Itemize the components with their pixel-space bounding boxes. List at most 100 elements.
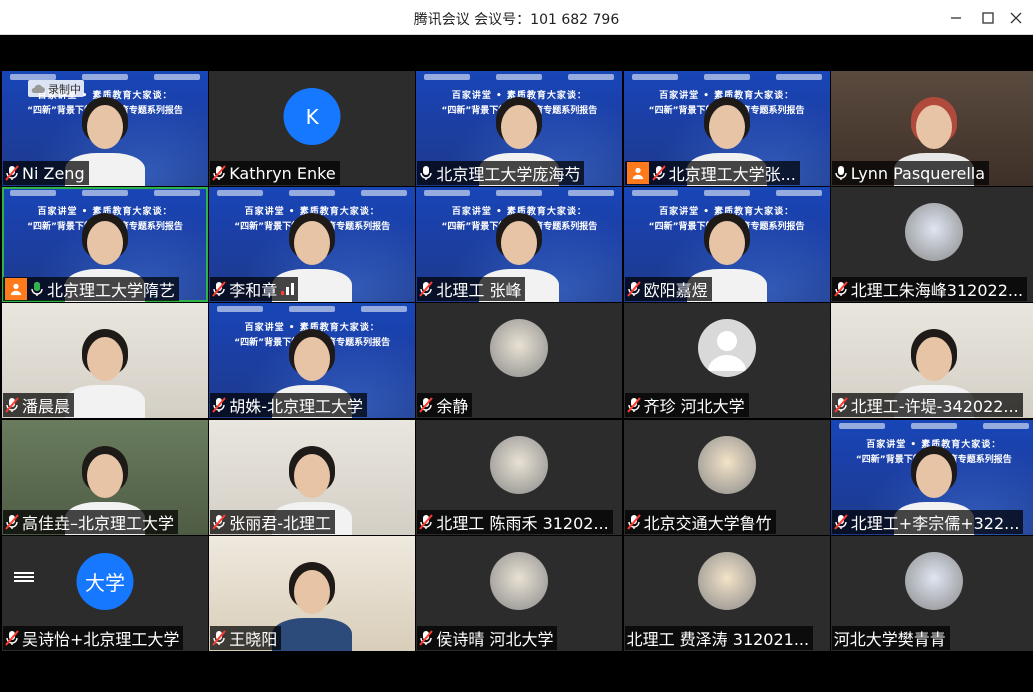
slide-logos <box>209 190 415 200</box>
participant-nameplate: 北理工 费泽涛 312021... <box>624 625 814 650</box>
avatar <box>697 551 756 610</box>
participant-tile[interactable]: 北理工 费泽涛 312021... <box>623 535 830 651</box>
participant-nameplate: 北理工-许堤-342022... <box>831 393 1023 418</box>
mic-muted-icon <box>834 397 848 414</box>
logo <box>82 74 128 80</box>
window-title: 腾讯会议 会议号：101 682 796 <box>413 12 620 28</box>
participant-nameplate: 高佳垚–北京理工大学 <box>3 509 179 534</box>
mic-muted-icon <box>5 165 19 181</box>
participant-tile[interactable]: 北理工 陈雨禾 31202... <box>416 419 623 535</box>
cloud-icon <box>31 84 45 93</box>
slide-logos <box>831 422 1033 433</box>
participant-nameplate: 王晓阳 <box>210 625 282 650</box>
avatar <box>490 435 549 494</box>
participant-name: Ni Zeng <box>22 163 85 183</box>
close-button[interactable] <box>1003 6 1029 30</box>
menu-icon[interactable] <box>14 570 34 586</box>
participant-tile[interactable]: 潘晨晨 <box>2 303 208 419</box>
avatar <box>697 435 756 494</box>
participant-name: 北京交通大学鲁竹 <box>643 513 772 533</box>
mic-muted-icon <box>212 281 226 297</box>
participant-tile[interactable]: Lynn Pasquerella <box>830 71 1033 186</box>
logo <box>703 190 750 197</box>
participant-tile[interactable]: 齐珍 河北大学 <box>623 303 830 419</box>
mic-icon <box>835 166 847 180</box>
logo <box>424 74 471 80</box>
maximize-button[interactable] <box>975 6 1001 30</box>
participant-name: 北理工-许堤-342022... <box>850 397 1019 417</box>
logo <box>703 74 750 80</box>
participant-nameplate: 北理工 张峰 <box>417 277 526 302</box>
mic-muted-icon <box>419 630 434 646</box>
mic-muted-icon <box>626 397 641 414</box>
avatar <box>490 319 549 378</box>
participant-nameplate: 余静 <box>417 393 473 418</box>
logo <box>631 74 678 80</box>
participant-tile[interactable]: 大学 吴诗怡+北京理工大学 <box>2 535 208 651</box>
mic-muted-icon <box>212 630 226 646</box>
participant-name: 北京理工大学张... <box>668 165 796 184</box>
participant-nameplate: 张丽君-北理工 <box>210 509 335 534</box>
mic-muted-icon <box>5 397 19 414</box>
mic-muted-icon <box>5 513 19 530</box>
participant-tile[interactable]: 百家讲堂 • 素质教育大家谈：“四新”背景下的素质教育专题系列报告欧阳嘉煜 <box>623 187 830 303</box>
participant-name: 欧阳嘉煜 <box>643 281 708 301</box>
participant-tile[interactable]: K Kathryn Enke <box>209 71 416 186</box>
mic-muted-icon <box>212 397 226 414</box>
logo <box>910 422 957 429</box>
participant-nameplate: Kathryn Enke <box>210 161 340 185</box>
recording-badge: 录制中 <box>28 80 84 97</box>
participant-tile[interactable]: 北理工朱海峰312022... <box>830 187 1033 303</box>
slide-logos <box>209 306 415 316</box>
mic-muted-icon <box>626 281 641 297</box>
mic-muted-icon <box>5 630 19 646</box>
participant-nameplate: 李和章 <box>210 277 299 302</box>
participant-name: 吴诗怡+北京理工大学 <box>22 629 180 649</box>
avatar <box>904 203 963 262</box>
mic-icon <box>31 282 43 297</box>
participant-nameplate: 齐珍 河北大学 <box>624 393 749 418</box>
slide-logos <box>416 190 622 200</box>
participant-tile[interactable]: 百家讲堂 • 素质教育大家谈：“四新”背景下的素质教育专题系列报告北理工 张峰 <box>416 187 623 303</box>
slide-logos <box>416 74 622 84</box>
logo <box>289 306 336 313</box>
participant-tile[interactable]: 百家讲堂 • 素质教育大家谈：“四新”背景下的素质教育专题系列报告胡姝-北京理工… <box>209 303 416 419</box>
participant-tile[interactable]: 百家讲堂 • 素质教育大家谈：“四新”背景下的素质教育专题系列报告李和章 <box>209 187 416 303</box>
participant-tile[interactable]: 北京交通大学鲁竹 <box>623 419 830 535</box>
minimize-button[interactable] <box>943 6 969 30</box>
participant-name: 北理工+李宗儒+322... <box>850 513 1020 533</box>
logo <box>154 190 200 197</box>
host-icon <box>626 162 649 184</box>
participant-tile[interactable]: 北理工-许堤-342022... <box>830 303 1033 419</box>
maximize-icon <box>982 12 994 24</box>
logo <box>217 190 264 197</box>
participant-nameplate: 北京理工大学隋艺 <box>3 277 180 302</box>
logo <box>424 190 471 197</box>
mic-muted-icon <box>834 281 848 297</box>
logo <box>775 74 822 80</box>
close-icon <box>1010 12 1022 24</box>
slide-logos <box>624 74 830 84</box>
mic-muted-icon <box>212 513 226 530</box>
avatar: K <box>283 88 341 145</box>
participant-tile[interactable]: 高佳垚–北京理工大学 <box>2 419 208 535</box>
logo <box>361 306 408 313</box>
participant-tile[interactable]: 张丽君-北理工 <box>209 419 416 535</box>
participant-name: Kathryn Enke <box>229 163 336 183</box>
participant-tile[interactable]: 余静 <box>416 303 623 419</box>
participant-name: 余静 <box>436 397 469 417</box>
avatar <box>904 551 963 610</box>
participant-tile[interactable]: 河北大学樊青青 <box>830 535 1033 651</box>
participant-tile[interactable]: 百家讲堂 • 素质教育大家谈：“四新”背景下的素质教育专题系列报告北京理工大学张… <box>623 71 830 186</box>
participant-name: 高佳垚–北京理工大学 <box>22 513 175 533</box>
participant-name: 胡姝-北京理工大学 <box>229 397 363 417</box>
participant-tile[interactable]: 王晓阳 <box>209 535 416 651</box>
mic-muted-icon <box>626 513 641 530</box>
participant-tile[interactable]: 百家讲堂 • 素质教育大家谈：“四新”背景下的素质教育专题系列报告北京理工大学隋… <box>2 187 208 303</box>
participant-nameplate: 北理工 陈雨禾 31202... <box>417 509 613 534</box>
participant-tile[interactable]: 侯诗晴 河北大学 <box>416 535 623 651</box>
participant-nameplate: 北京理工大学张... <box>624 161 800 185</box>
signal-strength-icon <box>281 283 295 296</box>
participant-tile[interactable]: 百家讲堂 • 素质教育大家谈：“四新”背景下的素质教育专题系列报告北理工+李宗儒… <box>830 419 1033 535</box>
participant-tile[interactable]: 百家讲堂 • 素质教育大家谈：“四新”背景下的素质教育专题系列报告北京理工大学庞… <box>416 71 623 186</box>
